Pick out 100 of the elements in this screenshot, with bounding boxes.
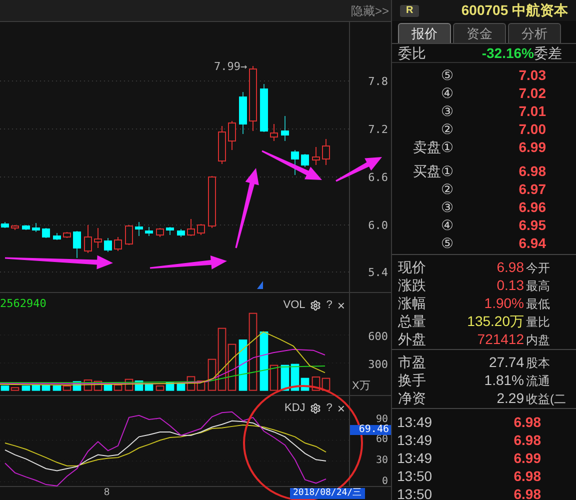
- candlestick: [291, 150, 299, 176]
- candlestick: [260, 84, 268, 132]
- high-price-label: 7.99→: [214, 59, 248, 75]
- candlestick: [301, 154, 309, 168]
- panel-tab[interactable]: 报价: [398, 23, 451, 43]
- price-axis-label: 7.8: [368, 74, 388, 90]
- order-price: 7.03: [518, 66, 546, 85]
- kdj-axis-label: 30: [376, 456, 388, 466]
- stat-label: 现价: [398, 258, 427, 277]
- stat-label: 总量: [398, 312, 427, 331]
- stat-label: 净资: [398, 389, 427, 408]
- stat-label: 最低: [525, 296, 551, 312]
- candlestick: [42, 228, 50, 238]
- candlestick: [270, 124, 278, 142]
- stat-label: 外盘: [398, 330, 427, 349]
- candlestick: [94, 228, 102, 248]
- order-rank: ②: [441, 180, 454, 199]
- stat-label: 内盘: [525, 332, 551, 348]
- order-price: 6.99: [518, 138, 546, 157]
- candlestick: [11, 224, 19, 230]
- price-axis-label: 5.4: [368, 265, 388, 281]
- panel-tab[interactable]: 资金: [453, 23, 506, 43]
- stat-value: 6.98: [496, 258, 524, 277]
- kdj-axis-label: 0: [382, 476, 388, 487]
- candlestick: [312, 146, 320, 166]
- candlestick: [125, 224, 133, 246]
- settings-icon[interactable]: [310, 300, 322, 311]
- candlestick: [239, 92, 247, 134]
- candlestick: [208, 176, 216, 228]
- tick-price: 6.99: [512, 449, 541, 468]
- volume-value: 2562940: [0, 296, 46, 312]
- tick-time: 13:49: [397, 449, 434, 468]
- x-axis-label: 8: [104, 487, 110, 499]
- tick-price: 6.98: [512, 431, 541, 450]
- stat-label: 涨幅: [398, 294, 427, 313]
- ratio-value: -32.16%: [482, 44, 534, 62]
- help-button[interactable]: ?: [326, 300, 332, 311]
- order-rank: ④: [441, 84, 454, 103]
- stat-label: 股本: [525, 354, 551, 372]
- annotation-arrow: [262, 150, 322, 180]
- kdj-axis-label: 90: [376, 414, 388, 425]
- order-rank: ②: [441, 120, 454, 139]
- panel-tab[interactable]: 分析: [508, 23, 561, 43]
- order-price: 6.95: [518, 216, 546, 235]
- order-side-label: 卖盘: [413, 138, 441, 157]
- candlestick: [156, 228, 164, 238]
- stat-label: 最高: [525, 278, 551, 294]
- candlestick: [32, 222, 40, 232]
- candlestick: [73, 230, 81, 258]
- settings-icon[interactable]: [310, 402, 322, 414]
- ratio-diff-label: 委差: [534, 44, 563, 62]
- order-price: 6.98: [518, 162, 546, 181]
- tick-time: 13:50: [397, 485, 434, 500]
- stat-label: 量比: [525, 314, 551, 330]
- stat-label: 涨跌: [398, 276, 427, 295]
- candlestick: [228, 120, 236, 150]
- candlestick: [84, 224, 92, 254]
- close-button[interactable]: ×: [337, 402, 345, 415]
- order-price: 6.96: [518, 198, 546, 217]
- close-button[interactable]: ×: [337, 298, 345, 312]
- help-button[interactable]: ?: [326, 402, 332, 414]
- candlestick: [166, 226, 174, 236]
- candlestick: [177, 228, 185, 238]
- order-rank: ①: [441, 138, 454, 157]
- candlestick: [114, 236, 122, 252]
- order-price: 7.00: [518, 120, 546, 139]
- order-rank: ③: [441, 198, 454, 217]
- order-price: 7.02: [518, 84, 546, 103]
- order-rank: ⑤: [441, 66, 454, 85]
- candlestick: [135, 222, 143, 236]
- price-axis-label: 6.6: [368, 170, 388, 186]
- kdj-indicator-label: KDJ: [284, 401, 306, 416]
- volume-bar: [280, 364, 290, 391]
- stat-label: 今开: [525, 260, 551, 276]
- volume-axis-label: 300: [368, 357, 388, 373]
- tick-price: 6.98: [512, 485, 541, 500]
- order-side-label: 买盘: [413, 162, 441, 181]
- candlestick: [281, 116, 289, 142]
- hide-button[interactable]: 隐藏>>: [350, 2, 389, 20]
- candlestick: [197, 224, 205, 236]
- candlestick: [53, 232, 61, 240]
- candlestick: [249, 66, 257, 132]
- order-rank: ①: [441, 162, 454, 181]
- candlestick: [218, 126, 226, 164]
- stat-value: 2.29: [496, 389, 524, 408]
- stat-label: 市盈: [398, 353, 427, 372]
- stat-label: 换手: [398, 371, 427, 390]
- order-rank: ④: [441, 216, 454, 235]
- stat-value: 0.13: [496, 276, 524, 295]
- volume-indicator-label: VOL: [283, 298, 306, 313]
- candlestick: [1, 222, 9, 228]
- stat-value: 1.90%: [483, 294, 524, 313]
- candlestick: [187, 218, 195, 236]
- stock-title: 600705 中航资本: [461, 1, 568, 20]
- order-price: 7.01: [518, 102, 546, 121]
- volume-bar: [322, 378, 330, 391]
- marker-icon: [257, 281, 263, 289]
- tick-price: 6.98: [512, 413, 541, 432]
- stat-value: 27.74: [488, 353, 524, 372]
- tick-time: 13:49: [397, 413, 434, 432]
